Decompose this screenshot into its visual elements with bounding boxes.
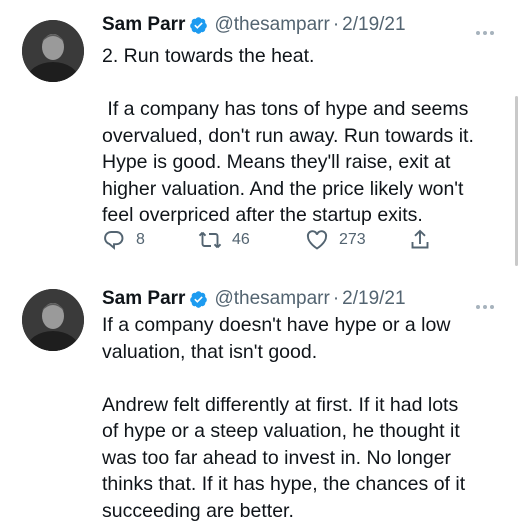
- tweet-date[interactable]: 2/19/21: [342, 14, 405, 36]
- like-count: 273: [339, 231, 366, 248]
- verified-badge-icon: [190, 16, 208, 34]
- retweet-icon: [198, 231, 222, 249]
- separator-dot: ·: [332, 14, 340, 35]
- tweet-text: 2. Run towards the heat. If a company ha…: [102, 45, 474, 226]
- tweet-text: If a company doesn't have hype or a low …: [102, 314, 466, 522]
- like-button[interactable]: 273: [305, 228, 366, 252]
- tweet-actions: 8 46 273: [102, 228, 462, 256]
- tweet-date[interactable]: 2/19/21: [342, 288, 405, 310]
- share-button[interactable]: [408, 228, 442, 252]
- author-handle[interactable]: @thesamparr: [214, 14, 329, 36]
- author-handle[interactable]: @thesamparr: [214, 288, 329, 310]
- more-options-icon[interactable]: [476, 22, 502, 42]
- tweet-header: Sam Parr @thesamparr · 2/19/21: [102, 12, 406, 38]
- author-name[interactable]: Sam Parr: [102, 14, 185, 36]
- retweet-button[interactable]: 46: [198, 228, 250, 252]
- heart-icon: [306, 230, 328, 250]
- reply-button[interactable]: 8: [102, 228, 145, 252]
- author-name[interactable]: Sam Parr: [102, 288, 185, 310]
- avatar[interactable]: [22, 289, 84, 351]
- separator-dot: ·: [332, 288, 340, 309]
- avatar[interactable]: [22, 20, 84, 82]
- tweet-header: Sam Parr @thesamparr · 2/19/21: [102, 286, 406, 312]
- verified-badge-icon: [190, 290, 208, 308]
- scrollbar[interactable]: [515, 96, 518, 266]
- reply-icon: [104, 231, 124, 250]
- reply-count: 8: [136, 231, 145, 248]
- retweet-count: 46: [232, 231, 250, 248]
- share-icon: [411, 229, 429, 249]
